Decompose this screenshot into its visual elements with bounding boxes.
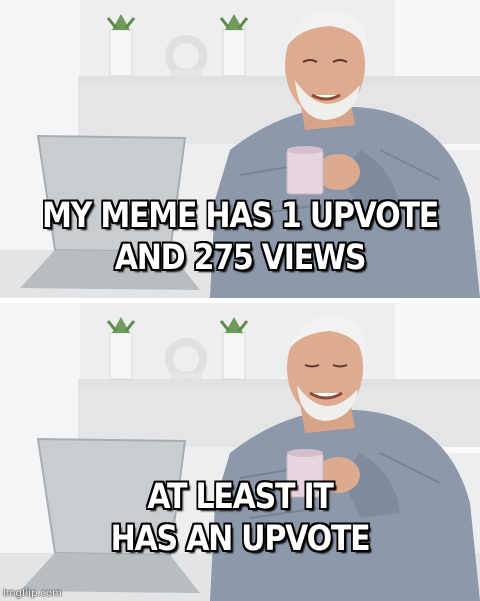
top-caption-line-2: AND 275 VIEWS bbox=[114, 238, 367, 278]
top-caption-line-1: MY MEME HAS 1 UPVOTE bbox=[42, 196, 439, 236]
plant-left bbox=[106, 317, 136, 380]
plant-right bbox=[219, 317, 249, 380]
bottom-caption-line-1: AT LEAST IT bbox=[147, 477, 334, 517]
mug bbox=[286, 146, 324, 195]
bottom-caption: AT LEAST IT HAS AN UPVOTE bbox=[34, 476, 447, 560]
top-caption: MY MEME HAS 1 UPVOTE AND 275 VIEWS bbox=[34, 195, 447, 279]
plant-left bbox=[106, 14, 136, 77]
meme-image: MY MEME HAS 1 UPVOTE AND 275 VIEWS AT LE… bbox=[0, 0, 480, 601]
plant-right bbox=[219, 14, 249, 77]
bottom-caption-line-2: HAS AN UPVOTE bbox=[110, 519, 371, 559]
imgflip-watermark: imgflip.com bbox=[3, 588, 62, 599]
